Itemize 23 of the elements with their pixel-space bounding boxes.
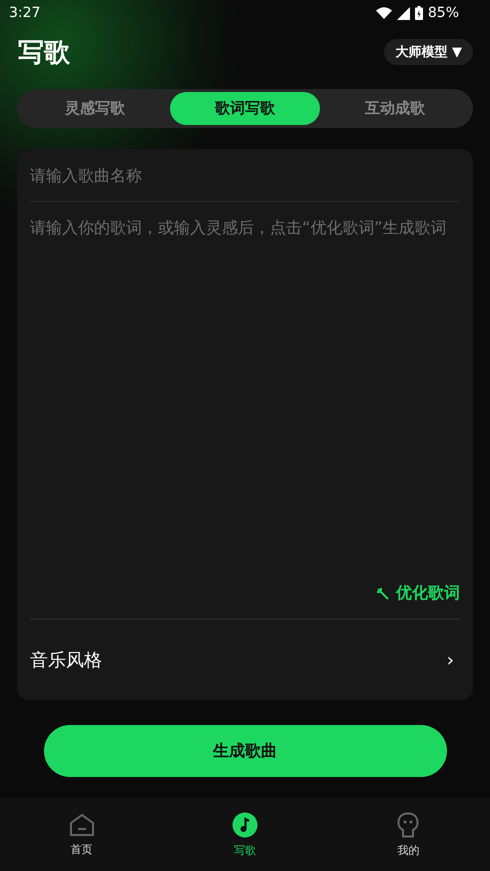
nav-item[interactable]: 我的 — [326, 798, 490, 871]
signal-icon — [396, 6, 410, 20]
music-note-icon — [232, 812, 258, 838]
music-style-label: 音乐风格 — [30, 649, 102, 672]
wifi-icon — [376, 7, 392, 19]
tab[interactable]: 灵感写歌 — [20, 92, 170, 125]
form-card[interactable]: 请输入歌曲名称 请输入你的歌词，或输入灵感后，点击“优化歌词”生成歌词 优化歌词 音乐风格 › — [17, 149, 473, 700]
nav-item[interactable]: 首页 — [0, 798, 164, 871]
optimize-lyrics-button[interactable]: 优化歌词 — [376, 583, 460, 604]
chevron-icon: › — [446, 650, 460, 670]
status-time: 3:27 — [9, 5, 40, 21]
page-title: 写歌 — [18, 36, 70, 70]
magic-wand-icon — [376, 586, 390, 600]
model-dropdown[interactable]: 大师模型 ▼ — [384, 39, 473, 65]
home-icon — [68, 812, 95, 836]
battery-icon — [414, 6, 423, 20]
generate-song-button[interactable]: 生成歌曲 — [44, 725, 446, 777]
nav-item[interactable]: 写歌 — [163, 798, 327, 871]
tab[interactable]: 互动成歌 — [320, 92, 470, 125]
music-style-row[interactable]: 音乐风格 › — [30, 620, 460, 700]
tab[interactable]: 歌词写歌 — [170, 92, 320, 125]
battery-level: 85% — [428, 5, 459, 21]
face-icon — [397, 812, 420, 838]
